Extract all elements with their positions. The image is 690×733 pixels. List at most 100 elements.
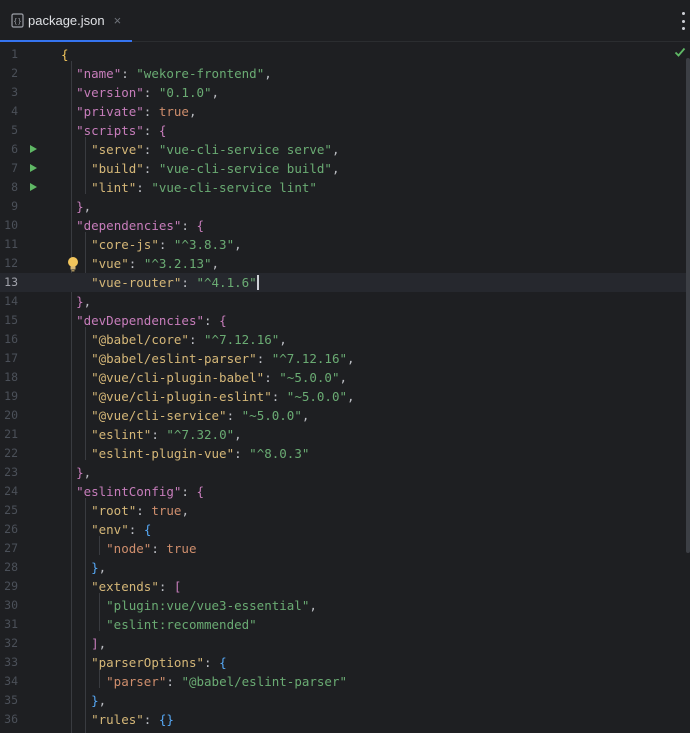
code-line[interactable]: 16 "@babel/core": "^7.12.16",: [0, 330, 690, 349]
code-text: {: [61, 45, 69, 64]
eslintvue-val: "^8.0.3": [249, 446, 310, 461]
code-line[interactable]: 20 "@vue/cli-service": "~5.0.0",: [0, 406, 690, 425]
rules-val: {}: [158, 712, 174, 727]
tab-close-icon[interactable]: ×: [114, 13, 122, 28]
line-number: 8: [11, 180, 18, 194]
punctuation: {: [196, 218, 205, 233]
pluginbabel-val: "~5.0.0": [279, 370, 340, 385]
line-number: 23: [4, 465, 18, 479]
punctuation: ,: [347, 351, 355, 366]
punctuation: :: [166, 674, 182, 689]
code-line[interactable]: 21 "eslint": "^7.32.0",: [0, 425, 690, 444]
punctuation: ,: [279, 332, 287, 347]
code-text: "root": true,: [61, 501, 189, 520]
lint-val: "vue-cli-service lint": [151, 180, 317, 195]
run-script-icon[interactable]: [30, 183, 37, 191]
code-line[interactable]: 32 ],: [0, 634, 690, 653]
code-line[interactable]: 14 },: [0, 292, 690, 311]
line-number: 27: [4, 541, 18, 555]
scripts-key: "scripts": [76, 123, 144, 138]
l1-open: {: [61, 47, 69, 62]
code-line[interactable]: 25 "root": true,: [0, 501, 690, 520]
punctuation: ,: [331, 142, 340, 157]
vuerouter-val: "^4.1.6": [196, 275, 257, 290]
code-line[interactable]: 35 },: [0, 691, 690, 710]
code-text: "@babel/eslint-parser": "^7.12.16",: [61, 349, 355, 368]
rules-key: "rules": [91, 712, 144, 727]
code-line[interactable]: 31 "eslint:recommended": [0, 615, 690, 634]
private-key: "private": [76, 104, 144, 119]
node-val: true: [166, 541, 197, 556]
code-line[interactable]: 2 "name": "wekore-frontend",: [0, 64, 690, 83]
punctuation: ,: [83, 294, 92, 309]
line-number: 36: [4, 712, 18, 726]
line-number: 33: [4, 655, 18, 669]
code-text: "eslint": "^7.32.0",: [61, 425, 242, 444]
code-line[interactable]: 6 "serve": "vue-cli-service serve",: [0, 140, 690, 159]
code-line[interactable]: 22 "eslint-plugin-vue": "^8.0.3": [0, 444, 690, 463]
punctuation: :: [128, 256, 144, 271]
serve-key: "serve": [91, 142, 144, 157]
code-text: "private": true,: [61, 102, 196, 121]
code-line[interactable]: 29 "extends": [: [0, 577, 690, 596]
code-line[interactable]: 4 "private": true,: [0, 102, 690, 121]
punctuation: ,: [98, 693, 107, 708]
tab-package-json[interactable]: {} package.json ×: [0, 0, 132, 42]
code-text: "rules": {}: [61, 710, 174, 729]
code-text: ],: [61, 634, 106, 653]
line-number: 30: [4, 598, 18, 612]
code-text: "eslintConfig": {: [61, 482, 204, 501]
code-line[interactable]: 28 },: [0, 558, 690, 577]
code-line[interactable]: 12 "vue": "^3.2.13",: [0, 254, 690, 273]
punctuation: ,: [211, 85, 220, 100]
editor-tab-bar: {} package.json ×: [0, 0, 690, 42]
code-line[interactable]: 15 "devDependencies": {: [0, 311, 690, 330]
punctuation: :: [143, 142, 159, 157]
code-text: },: [61, 691, 106, 710]
code-line[interactable]: 24 "eslintConfig": {: [0, 482, 690, 501]
code-text: "vue-router": "^4.1.6": [61, 273, 259, 292]
punctuation: :: [181, 484, 197, 499]
line-number: 15: [4, 313, 18, 327]
lint-key: "lint": [91, 180, 137, 195]
code-line[interactable]: 7 "build": "vue-cli-service build",: [0, 159, 690, 178]
code-editor[interactable]: 1{2 "name": "wekore-frontend", 3 "version…: [0, 42, 690, 733]
code-line[interactable]: 11 "core-js": "^3.8.3",: [0, 235, 690, 254]
code-line[interactable]: 9 },: [0, 197, 690, 216]
code-line[interactable]: 13 "vue-router": "^4.1.6": [0, 273, 690, 292]
punctuation: :: [136, 180, 152, 195]
line-number: 3: [11, 85, 18, 99]
code-text: "plugin:vue/vue3-essential",: [61, 596, 317, 615]
more-options-icon[interactable]: [680, 12, 686, 30]
code-line[interactable]: 23 },: [0, 463, 690, 482]
code-text: },: [61, 292, 91, 311]
code-line[interactable]: 33 "parserOptions": {: [0, 653, 690, 672]
vue-key: "vue": [91, 256, 129, 271]
code-line[interactable]: 8 "lint": "vue-cli-service lint": [0, 178, 690, 197]
code-line[interactable]: 10 "dependencies": {: [0, 216, 690, 235]
code-line[interactable]: 18 "@vue/cli-plugin-babel": "~5.0.0",: [0, 368, 690, 387]
ext2: "eslint:recommended": [106, 617, 257, 632]
check-icon[interactable]: [674, 46, 686, 58]
code-line[interactable]: 30 "plugin:vue/vue3-essential",: [0, 596, 690, 615]
code-text: "vue": "^3.2.13",: [61, 254, 219, 273]
code-line[interactable]: 17 "@babel/eslint-parser": "^7.12.16",: [0, 349, 690, 368]
run-script-icon[interactable]: [30, 145, 37, 153]
code-line[interactable]: 1{: [0, 45, 690, 64]
code-line[interactable]: 27 "node": true: [0, 539, 690, 558]
code-line[interactable]: 19 "@vue/cli-plugin-eslint": "~5.0.0",: [0, 387, 690, 406]
code-text: "eslint-plugin-vue": "^8.0.3": [61, 444, 309, 463]
code-line[interactable]: 26 "env": {: [0, 520, 690, 539]
punctuation: ,: [339, 370, 348, 385]
code-line[interactable]: 36 "rules": {}: [0, 710, 690, 729]
punctuation: ,: [331, 161, 340, 176]
punctuation: :: [188, 332, 205, 347]
code-line[interactable]: 3 "version": "0.1.0",: [0, 83, 690, 102]
code-line[interactable]: 34 "parser": "@babel/eslint-parser": [0, 672, 690, 691]
cliservice-key: "@vue/cli-service": [91, 408, 227, 423]
line-number: 21: [4, 427, 18, 441]
run-script-icon[interactable]: [30, 164, 37, 172]
code-line[interactable]: 5 "scripts": {: [0, 121, 690, 140]
vertical-scrollbar[interactable]: [686, 58, 690, 553]
punctuation: :: [226, 408, 242, 423]
